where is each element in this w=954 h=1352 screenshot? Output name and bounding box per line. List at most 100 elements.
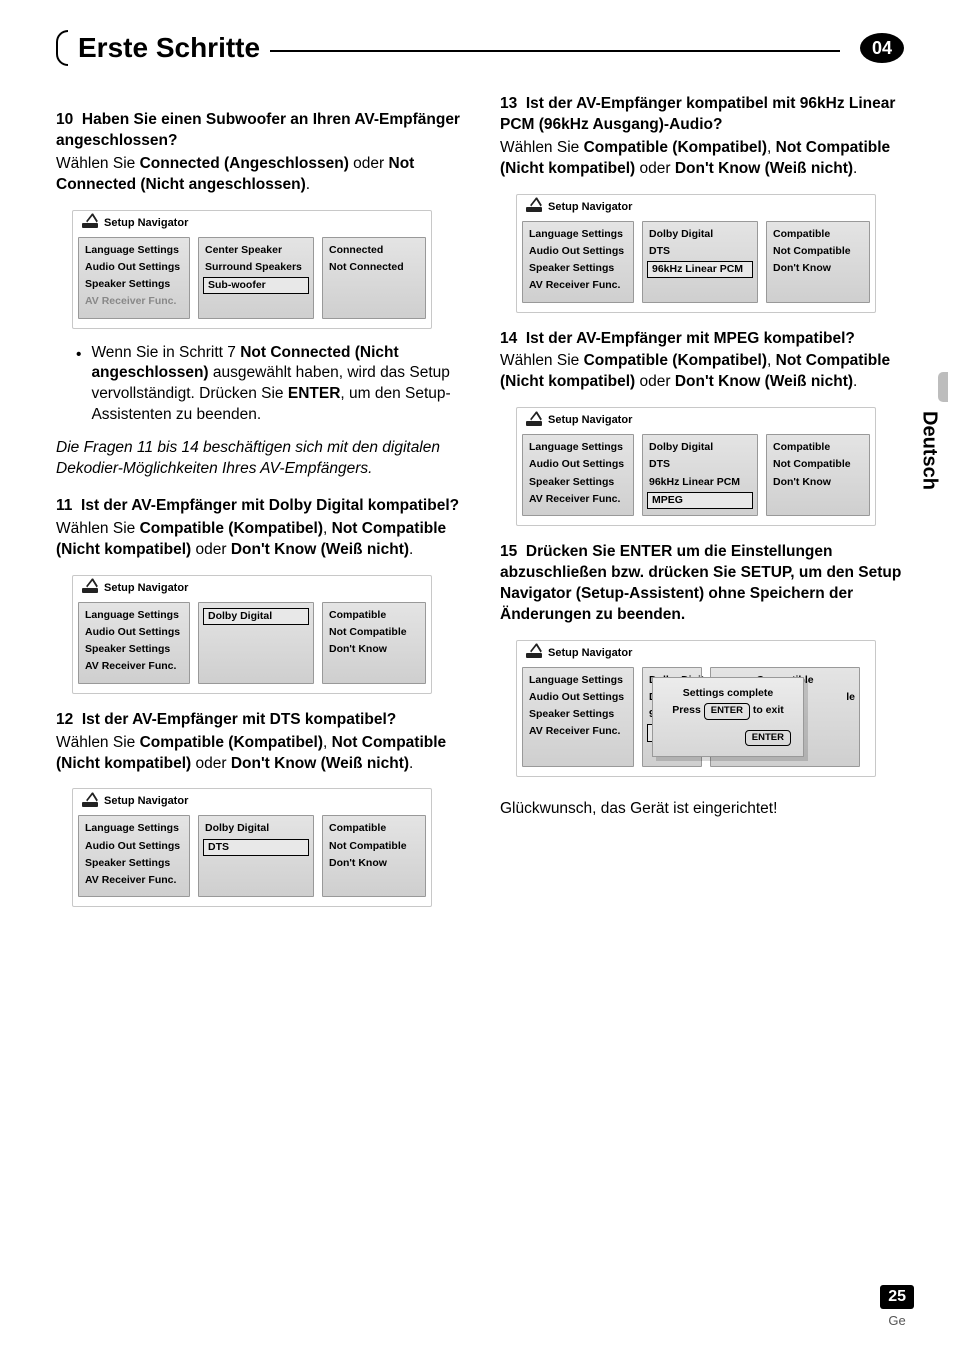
bullet-icon: • (76, 345, 81, 427)
step-11-body: Wählen Sie Compatible (Kompatibel), Not … (56, 519, 460, 561)
nav-left-item: Audio Out Settings (523, 456, 633, 473)
nav-right-item: Compatible (767, 226, 869, 243)
nav-right-panel: Compatible Not Compatible Don't Know (766, 434, 870, 516)
setup-navigator-label: Setup Navigator (104, 581, 188, 596)
text: , (767, 352, 776, 369)
step-question: Drücken Sie ENTER um die Einstellungen a… (500, 543, 901, 623)
setup-navigator-title: Setup Navigator (522, 411, 870, 434)
option: Don't Know (Weiß nicht) (231, 541, 409, 558)
text: , (323, 734, 332, 751)
nav-left-item: Speaker Settings (79, 641, 189, 658)
step-13-body: Wählen Sie Compatible (Kompatibel), Not … (500, 138, 904, 180)
step-12-heading: 12 Ist der AV-Empfänger mit DTS kompatib… (56, 710, 460, 731)
nav-right-item: Don't Know (323, 855, 425, 872)
setup-navigator-box: Setup Navigator Language Settings Audio … (516, 194, 876, 313)
nav-right-item: Not Connected (323, 259, 425, 276)
page-number: 25 (880, 1285, 914, 1309)
nav-right-item: Don't Know (767, 260, 869, 277)
nav-mid-item: Dolby Digital (643, 226, 757, 243)
content-columns: 10 Haben Sie einen Subwoofer an Ihren AV… (56, 94, 904, 913)
step-number: 14 (500, 330, 517, 347)
nav-mid-item: Surround Speakers (199, 259, 313, 276)
step-10-note: • Wenn Sie in Schritt 7 Not Connected (N… (76, 343, 460, 427)
left-column: 10 Haben Sie einen Subwoofer an Ihren AV… (56, 94, 460, 913)
dialog-line: Settings complete (661, 686, 795, 700)
text: oder (349, 155, 389, 172)
text: oder (191, 755, 231, 772)
nav-middle-panel: Dolby Digital DTS (198, 815, 314, 897)
settings-complete-dialog: Settings complete Press ENTER to exit EN… (652, 677, 804, 758)
setup-navigator-body: Language Settings Audio Out Settings Spe… (78, 602, 426, 684)
nav-left-panel: Language Settings Audio Out Settings Spe… (522, 221, 634, 303)
step-question: Ist der AV-Empfänger kompatibel mit 96kH… (500, 95, 895, 133)
italic-note: Die Fragen 11 bis 14 beschäftigen sich m… (56, 438, 460, 480)
language-tab: Deutsch (914, 390, 944, 510)
text: to exit (750, 704, 784, 716)
text: oder (191, 541, 231, 558)
text: . (306, 176, 310, 193)
option: Compatible (Kompatibel) (584, 352, 767, 369)
text: . (409, 541, 413, 558)
setup-navigator-label: Setup Navigator (104, 794, 188, 809)
nav-left-item: Language Settings (79, 242, 189, 259)
chapter-title: Erste Schritte (78, 32, 260, 64)
nav-left-item: Audio Out Settings (523, 689, 633, 706)
step-question: Ist der AV-Empfänger mit MPEG kompatibel… (526, 330, 855, 347)
nav-left-item: Audio Out Settings (523, 243, 633, 260)
page: Erste Schritte 04 10 Haben Sie einen Sub… (0, 0, 954, 1352)
step-15-heading: 15 Drücken Sie ENTER um die Einstellunge… (500, 542, 904, 626)
setup-navigator-box: Setup Navigator Language Settings Audio … (516, 640, 876, 777)
page-footer: 25 Ge (880, 1285, 914, 1328)
text: Wählen Sie (56, 520, 140, 537)
step-number: 11 (56, 497, 72, 514)
remote-icon (82, 218, 98, 228)
text: . (853, 373, 857, 390)
text: . (853, 160, 857, 177)
nav-left-panel: Language Settings Audio Out Settings Spe… (78, 237, 190, 319)
nav-middle-panel: Center Speaker Surround Speakers Sub-woo… (198, 237, 314, 319)
setup-navigator-box: Setup Navigator Language Settings Audio … (72, 210, 432, 329)
nav-mid-item: Dolby Digital (199, 820, 313, 837)
text: . (409, 755, 413, 772)
option: Don't Know (Weiß nicht) (675, 160, 853, 177)
setup-navigator-box: Setup Navigator Language Settings Audio … (72, 575, 432, 694)
setup-navigator-body: Language Settings Audio Out Settings Spe… (78, 815, 426, 897)
setup-navigator-title: Setup Navigator (522, 198, 870, 221)
step-number: 10 (56, 111, 73, 128)
nav-right-item: Not Compatible (767, 456, 869, 473)
nav-right-item: Not Compatible (323, 624, 425, 641)
congrats-text: Glückwunsch, das Gerät ist eingerichtet! (500, 799, 904, 820)
nav-right-item: Compatible (767, 439, 869, 456)
text: Wählen Sie (500, 139, 584, 156)
step-14-heading: 14 Ist der AV-Empfänger mit MPEG kompati… (500, 329, 904, 350)
nav-right-panel: Compatible Not Compatible Don't Know (766, 221, 870, 303)
option: Compatible (Kompatibel) (140, 734, 323, 751)
nav-middle-panel: Dolby Digital DTS 96kHz Linear PCM MPEG (642, 434, 758, 516)
nav-left-panel: Language Settings Audio Out Settings Spe… (522, 667, 634, 767)
nav-left-item: Language Settings (523, 672, 633, 689)
text: Wählen Sie (56, 734, 140, 751)
option: Don't Know (Weiß nicht) (231, 755, 409, 772)
nav-mid-item: Dolby Digital (643, 439, 757, 456)
chapter-number: 04 (872, 38, 892, 59)
setup-navigator-body: Language Settings Audio Out Settings Spe… (522, 221, 870, 303)
dialog-button-row: ENTER (661, 730, 795, 747)
chapter-arc (56, 30, 68, 66)
nav-mid-item-selected: DTS (203, 839, 309, 856)
nav-right-item: Connected (323, 242, 425, 259)
enter-button[interactable]: ENTER (745, 730, 791, 747)
option: Compatible (Kompatibel) (140, 520, 323, 537)
setup-navigator-box: Setup Navigator Language Settings Audio … (72, 788, 432, 907)
step-question: Ist der AV-Empfänger mit DTS kompatibel? (82, 711, 396, 728)
setup-navigator-label: Setup Navigator (104, 216, 188, 231)
nav-left-item: AV Receiver Func. (523, 491, 633, 508)
nav-right-panel: Connected Not Connected (322, 237, 426, 319)
nav-left-panel: Language Settings Audio Out Settings Spe… (78, 602, 190, 684)
setup-navigator-label: Setup Navigator (548, 646, 632, 661)
setup-navigator-body: Language Settings Audio Out Settings Spe… (522, 667, 870, 767)
step-10-body: Wählen Sie Connected (Angeschlossen) ode… (56, 154, 460, 196)
text: oder (635, 160, 675, 177)
step-number: 13 (500, 95, 517, 112)
nav-left-item: Speaker Settings (523, 260, 633, 277)
nav-middle-panel: Dolby Digital DTS 96kHz Linear PCM (642, 221, 758, 303)
